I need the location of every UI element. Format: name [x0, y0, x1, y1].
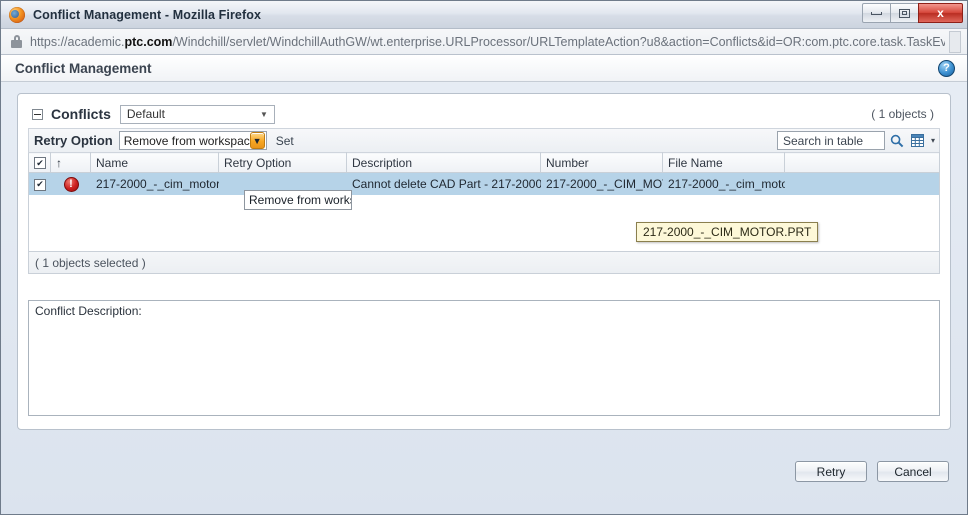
set-button[interactable]: Set [276, 134, 294, 148]
row-checkbox[interactable] [29, 173, 51, 195]
conflicts-header: Conflicts Default ▼ ( 1 objects ) [28, 102, 940, 126]
firefox-icon [9, 6, 25, 23]
close-button[interactable]: x [918, 3, 963, 23]
window-controls: x [862, 3, 963, 23]
table-toolbar: Retry Option Remove from workspace a ▼ S… [28, 128, 940, 152]
retry-option-label: Retry Option [34, 133, 113, 148]
search-icon[interactable] [887, 131, 907, 150]
url-bar[interactable]: https://academic.ptc.com/Windchill/servl… [1, 29, 967, 55]
minimize-button[interactable] [862, 3, 891, 23]
chevron-down-icon[interactable]: ▼ [249, 132, 265, 149]
conflicts-heading: Conflicts [51, 106, 111, 122]
window-title: Conflict Management - Mozilla Firefox [33, 7, 262, 22]
row-status: ! [51, 173, 91, 195]
conflict-description-label: Conflict Description: [35, 304, 142, 318]
chevron-down-icon: ▼ [259, 109, 268, 119]
cell-number: 217-2000_-_CIM_MOTO [546, 177, 663, 191]
header-extra[interactable] [784, 152, 940, 173]
retry-option-select[interactable]: Remove from workspace a ▼ [118, 131, 267, 150]
retry-option-value: Remove from workspace a [123, 133, 250, 148]
search-input[interactable]: Search in table [776, 131, 885, 150]
header-description[interactable]: Description [346, 152, 541, 173]
table-header-row: ↑ Name Retry Option Description Number F… [28, 152, 940, 173]
checkbox-checked-icon [34, 157, 46, 170]
dialog-footer: Retry Cancel [1, 449, 967, 514]
restore-icon [899, 8, 910, 18]
table-view-caret-icon[interactable]: ▾ [931, 136, 935, 145]
url-suffix: /Windchill/servlet/WindchillAuthGW/wt.en… [172, 34, 946, 49]
cell-name: 217-2000_-_cim_motor. [96, 177, 219, 191]
error-icon: ! [63, 176, 79, 192]
checkbox-checked-icon [34, 178, 46, 191]
page-title: Conflict Management [15, 60, 152, 76]
retry-button[interactable]: Retry [795, 461, 867, 482]
table-row[interactable]: ! 217-2000_-_cim_motor. Cannot delete CA… [29, 173, 939, 195]
header-sort[interactable]: ↑ [50, 152, 91, 173]
header-number[interactable]: Number [540, 152, 663, 173]
view-select-value: Default [126, 107, 165, 121]
header-name[interactable]: Name [90, 152, 219, 173]
conflict-description-box[interactable]: Conflict Description: [28, 300, 940, 416]
cancel-button[interactable]: Cancel [877, 461, 949, 482]
lock-icon [11, 35, 22, 48]
conflicts-table-header: ↑ Name Retry Option Description Number F… [28, 152, 940, 173]
url-text[interactable]: https://academic.ptc.com/Windchill/servl… [30, 35, 945, 49]
url-domain: ptc.com [124, 34, 173, 49]
conflicts-panel: Conflicts Default ▼ ( 1 objects ) Retry … [17, 93, 951, 430]
table-view-icon[interactable] [909, 131, 927, 150]
header-file-name[interactable]: File Name [662, 152, 785, 173]
page-header: Conflict Management ? [1, 55, 967, 82]
view-select[interactable]: Default ▼ [119, 104, 275, 124]
cell-extra [785, 173, 939, 195]
minimize-icon [871, 11, 882, 15]
url-scrollbar[interactable] [949, 30, 961, 53]
table-status-bar: ( 1 objects selected ) [28, 252, 940, 274]
title-bar: Conflict Management - Mozilla Firefox x [1, 1, 967, 29]
browser-window: Conflict Management - Mozilla Firefox x … [0, 0, 968, 515]
url-prefix: https://academic. [30, 34, 125, 49]
collapse-minus-icon[interactable] [32, 108, 43, 120]
file-name-tooltip: 217-2000_-_CIM_MOTOR.PRT [636, 222, 819, 242]
help-icon[interactable]: ? [938, 59, 955, 77]
header-retry-option[interactable]: Retry Option [218, 152, 347, 173]
header-select-all-checkbox[interactable] [28, 152, 51, 173]
toolbar-right: Search in table ▾ [776, 131, 939, 150]
retry-option-inline-dropdown[interactable]: Remove from worksp [244, 190, 352, 210]
object-count: ( 1 objects ) [871, 107, 934, 121]
cell-description[interactable]: Cannot delete CAD Part - 217-2000... [347, 173, 541, 195]
restore-button[interactable] [890, 3, 919, 23]
cell-file-name: 217-2000_-_cim_motor. [668, 177, 785, 191]
